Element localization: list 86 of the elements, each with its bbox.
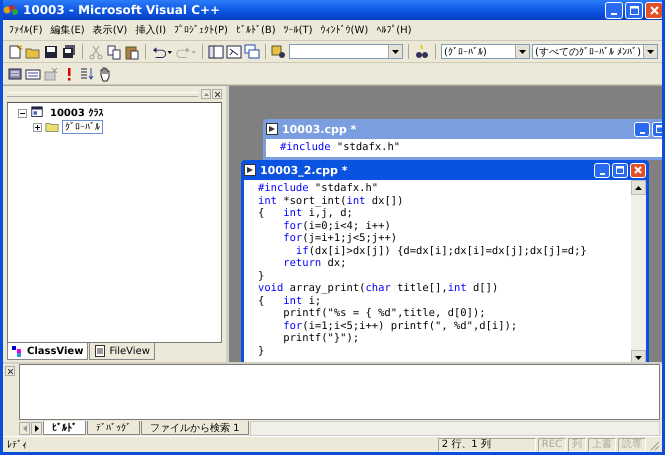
caret-icon xyxy=(519,50,526,54)
close-button[interactable] xyxy=(5,366,15,376)
code-line: #include "stdafx.h" xyxy=(280,141,402,154)
scrollbar[interactable] xyxy=(250,420,660,436)
code-line: if(dx[i]>dx[j]) {d=dx[i];dx[i]=dx[j];dx[j]=d;} xyxy=(294,244,588,257)
minimize-icon xyxy=(611,12,617,14)
menu-item[interactable]: 表示(V) xyxy=(92,23,128,37)
menu-item[interactable]: 編集(E) xyxy=(50,23,85,37)
menu-item[interactable]: ﾌｧｲﾙ(F) xyxy=(9,24,43,36)
menu-item[interactable]: 挿入(I) xyxy=(135,23,166,37)
document-icon xyxy=(266,123,278,135)
scrollbar[interactable] xyxy=(631,180,646,362)
down-arrow-icon xyxy=(635,356,642,360)
maximize-icon xyxy=(656,125,662,133)
paste-icon[interactable] xyxy=(124,44,140,60)
close-icon xyxy=(8,368,12,374)
expander-icon[interactable] xyxy=(18,108,27,118)
minimize-button[interactable] xyxy=(605,2,623,18)
document-icon xyxy=(94,345,106,357)
member-combo[interactable]: (すべてのｸﾞﾛｰﾊﾞﾙ ﾒﾝﾊﾞ) xyxy=(532,44,658,59)
menu-item[interactable]: ﾍﾙﾌﾟ(H) xyxy=(376,24,412,36)
copy-icon[interactable] xyxy=(106,44,122,60)
class-combo[interactable]: (ｸﾞﾛｰﾊﾞﾙ) xyxy=(440,44,530,59)
resize-grip-icon[interactable] xyxy=(648,438,660,450)
minimize-button[interactable] xyxy=(634,122,650,136)
close-button[interactable] xyxy=(212,89,222,99)
app-icon xyxy=(3,3,19,17)
maximize-icon xyxy=(630,6,638,14)
folder-icon xyxy=(45,120,59,134)
code-line: for(i=0;i<4; i++) xyxy=(282,220,392,232)
code-line: for(i=1;i<5;i++) printf(", %d",d[i]); xyxy=(282,320,518,332)
binoculars-icon[interactable] xyxy=(414,44,430,60)
output-tab[interactable]: ﾃﾞﾊﾞｯｸﾞ xyxy=(87,421,140,435)
status-indicator: REC xyxy=(538,438,566,452)
close-icon xyxy=(634,166,642,174)
workspace-tab[interactable]: FileView xyxy=(89,343,155,360)
code-line: { int i,j, d; xyxy=(258,207,354,220)
tree-item[interactable]: ｸﾞﾛｰﾊﾞﾙ xyxy=(62,120,103,134)
editor-title: 10003_2.cpp * xyxy=(260,164,348,176)
status-message: ﾚﾃﾞｨ xyxy=(7,438,28,450)
save-all-icon[interactable] xyxy=(61,44,77,60)
caret-icon xyxy=(647,50,654,54)
code-line: } xyxy=(258,270,266,282)
menu-item[interactable]: ｳｨﾝﾄﾞｳ(W) xyxy=(320,24,368,36)
menu-item[interactable]: ﾂｰﾙ(T) xyxy=(284,24,313,36)
maximize-icon xyxy=(616,166,624,174)
code-line: int *sort_int(int dx[]) xyxy=(258,194,404,207)
code-line: printf("%s = { %d",title, d[0]); xyxy=(282,307,487,320)
minimize-button[interactable] xyxy=(594,162,610,178)
output-tab[interactable]: ファイルから検索 1 xyxy=(141,421,249,435)
workspace-tab[interactable]: ClassView xyxy=(7,343,88,360)
code-line: for(j=i+1;j<5;j++) xyxy=(282,232,398,244)
scroll-right-button[interactable] xyxy=(31,422,42,434)
menu-item[interactable]: ﾋﾞﾙﾄﾞ(B) xyxy=(236,24,276,36)
windows-icon[interactable] xyxy=(244,44,260,60)
code-line: void array_print(char title[],int d[]) xyxy=(258,282,500,294)
status-indicator: 読専 xyxy=(618,438,646,452)
maximize-button[interactable] xyxy=(612,162,628,178)
close-icon xyxy=(650,6,658,14)
code-line: } xyxy=(258,344,266,357)
code-line: #include "stdafx.h" xyxy=(258,182,380,194)
left-arrow-icon xyxy=(22,424,26,432)
triangle-icon xyxy=(204,92,208,96)
status-indicator: 上書 xyxy=(588,438,616,452)
status-indicator: 列 xyxy=(568,438,586,452)
minimize-icon xyxy=(640,132,644,134)
output-text-area[interactable] xyxy=(19,364,660,420)
save-icon[interactable] xyxy=(43,44,59,60)
menu-item[interactable]: ﾌﾟﾛｼﾞｪｸﾄ(P) xyxy=(174,24,228,36)
close-icon xyxy=(214,92,220,96)
editor-title: 10003.cpp * xyxy=(282,122,358,136)
code-line: printf("}"); xyxy=(282,332,360,344)
caret-icon xyxy=(392,50,400,54)
cursor-position: 2 行、1 列 xyxy=(438,438,536,452)
new-file-icon[interactable] xyxy=(7,44,23,60)
expander-icon[interactable] xyxy=(33,122,42,132)
document-icon xyxy=(244,164,256,176)
code-line: { int i; xyxy=(258,294,322,307)
up-arrow-icon xyxy=(635,186,642,190)
maximize-button[interactable] xyxy=(625,2,643,18)
tree-item[interactable]: 10003 ｸﾗｽ xyxy=(47,106,106,120)
right-arrow-icon xyxy=(34,424,38,432)
output-tab[interactable]: ﾋﾞﾙﾄﾞ xyxy=(43,421,86,435)
window-title: 10003 - Microsoft Visual C++ xyxy=(23,3,222,17)
minimize-icon xyxy=(600,172,604,174)
code-line: return dx; xyxy=(282,257,348,270)
